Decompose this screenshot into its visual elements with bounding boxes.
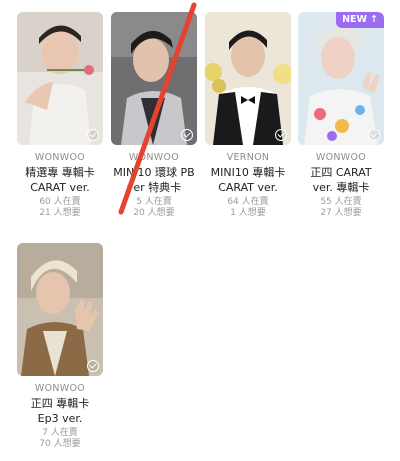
card-title-line2: ver. 專輯卡: [312, 181, 370, 194]
photocard-item[interactable]: VERNON MINI10 專輯卡 CARAT ver. 64 人在賣 1 人想…: [205, 12, 291, 219]
card-title-line1: MINI10 專輯卡: [210, 166, 286, 179]
member-name: WONWOO: [315, 152, 367, 163]
check-circle-icon: [368, 129, 380, 141]
wanted-count: 1 人想要: [230, 208, 266, 218]
arrow-up-icon: ↑: [370, 14, 378, 25]
member-name: WONWOO: [128, 152, 180, 163]
photocard-item[interactable]: NEW ↑ WONWOO 正四 CARAT ver. 專輯卡 55 人在賣 27…: [298, 12, 384, 219]
selling-count: 55 人在賣: [320, 197, 362, 207]
card-title-line1: 正四 CARAT: [310, 166, 372, 179]
photocard-image[interactable]: [17, 12, 103, 145]
check-circle-icon: [181, 129, 193, 141]
photocard-item[interactable]: WONWOO 正四 專輯卡 Ep3 ver. 7 人在賣 70 人想要: [17, 243, 103, 450]
selling-count: 60 人在賣: [39, 197, 81, 207]
wanted-count: 20 人想要: [133, 208, 175, 218]
card-title-line1: 精選專 專輯卡: [25, 166, 95, 179]
photocard-item[interactable]: WONWOO MINI10 環球 PB ver 特典卡 5 人在賣 20 人想要: [111, 12, 197, 219]
photocard-item[interactable]: WONWOO 精選專 專輯卡 CARAT ver. 60 人在賣 21 人想要: [17, 12, 103, 219]
photocard-image[interactable]: [111, 12, 197, 145]
new-badge: NEW ↑: [336, 12, 384, 28]
member-name: WONWOO: [34, 152, 86, 163]
card-title-line1: MINI10 環球 PB: [113, 166, 195, 179]
selling-count: 7 人在賣: [42, 428, 78, 438]
selling-count: 5 人在賣: [136, 197, 172, 207]
photocard-grid: WONWOO 精選專 專輯卡 CARAT ver. 60 人在賣 21 人想要 …: [0, 0, 400, 461]
card-title-line1: 正四 專輯卡: [30, 397, 90, 410]
photocard-image[interactable]: [205, 12, 291, 145]
card-title-line2: ver 特典卡: [126, 181, 182, 194]
wanted-count: 70 人想要: [39, 439, 81, 449]
member-name: VERNON: [226, 152, 270, 163]
selling-count: 64 人在賣: [227, 197, 269, 207]
card-title-line2: Ep3 ver.: [37, 412, 83, 425]
check-circle-icon: [87, 360, 99, 372]
new-badge-label: NEW: [342, 14, 368, 25]
check-circle-icon: [87, 129, 99, 141]
wanted-count: 21 人想要: [39, 208, 81, 218]
photocard-image[interactable]: NEW ↑: [298, 12, 384, 145]
member-name: WONWOO: [34, 383, 86, 394]
check-circle-icon: [275, 129, 287, 141]
photocard-image[interactable]: [17, 243, 103, 376]
card-title-line2: CARAT ver.: [218, 181, 278, 194]
wanted-count: 27 人想要: [320, 208, 362, 218]
card-title-line2: CARAT ver.: [30, 181, 90, 194]
